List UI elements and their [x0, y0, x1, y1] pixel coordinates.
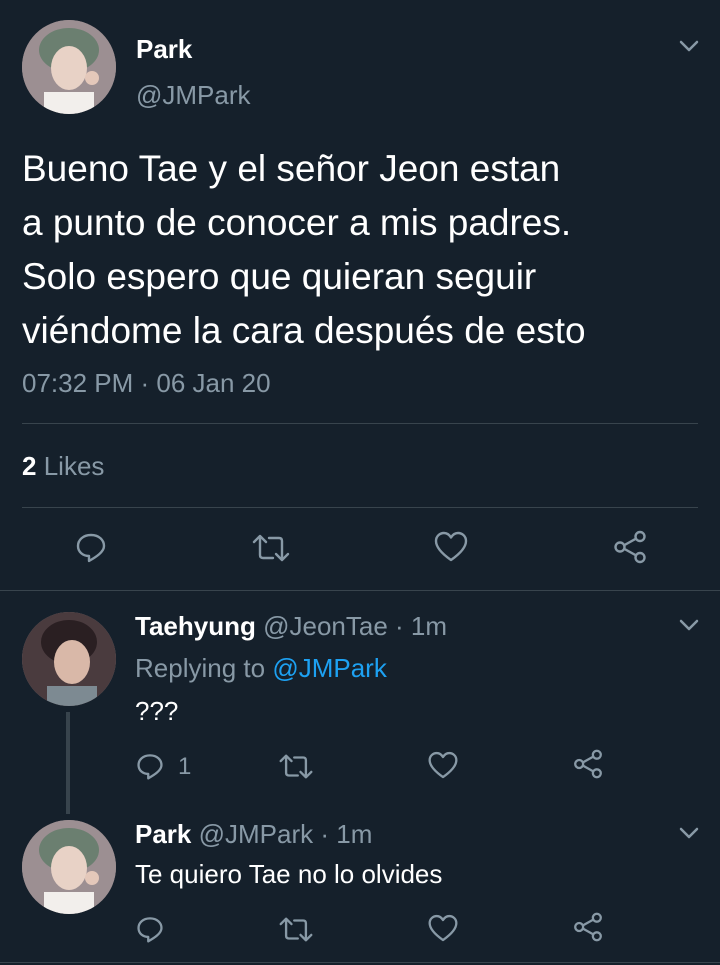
likes-count: 2	[22, 451, 37, 481]
replying-to-label: Replying to	[135, 653, 266, 683]
replying-to-handle[interactable]: @JMPark	[272, 653, 387, 683]
reply-header: Taehyung @JeonTae · 1m	[135, 611, 447, 642]
reply-icon[interactable]	[135, 914, 165, 944]
section-divider	[0, 590, 720, 591]
author-handle[interactable]: @JMPark	[199, 819, 314, 849]
tweet-text-line: viéndome la cara después de esto	[22, 310, 586, 351]
thread-line	[66, 712, 70, 814]
avatar[interactable]	[22, 20, 116, 114]
chevron-down-icon[interactable]	[678, 825, 700, 841]
share-icon[interactable]	[612, 530, 648, 564]
divider	[22, 507, 698, 508]
author-name[interactable]: Park	[136, 34, 192, 65]
reply-icon[interactable]	[74, 530, 108, 564]
author-handle[interactable]: @JeonTae	[263, 611, 388, 641]
chevron-down-icon[interactable]	[678, 617, 700, 633]
retweet-icon[interactable]	[278, 916, 314, 943]
chevron-down-icon[interactable]	[678, 38, 700, 54]
tweet-text-line: a punto de conocer a mis padres.	[22, 202, 572, 243]
section-divider	[0, 962, 720, 963]
avatar[interactable]	[22, 612, 116, 706]
reply-time: · 1m	[320, 819, 373, 849]
reply-icon[interactable]	[135, 751, 165, 781]
tweet-text: Bueno Tae y el señor Jeon estan a punto …	[22, 142, 586, 358]
author-name[interactable]: Park	[135, 819, 191, 849]
reply-time: · 1m	[395, 611, 448, 641]
author-name[interactable]: Taehyung	[135, 611, 256, 641]
share-icon[interactable]	[572, 749, 604, 779]
tweet-text-line: Bueno Tae y el señor Jeon estan	[22, 148, 561, 189]
likes-label: Likes	[43, 451, 105, 481]
reply-text: ???	[135, 696, 179, 726]
like-icon[interactable]	[427, 751, 459, 780]
tweet-text-line: Solo espero que quieran seguir	[22, 256, 537, 297]
reply-text: Te quiero Tae no lo olvides	[135, 859, 443, 889]
author-handle[interactable]: @JMPark	[136, 80, 251, 111]
reply-header: Park @JMPark · 1m	[135, 819, 372, 850]
retweet-icon[interactable]	[251, 533, 291, 563]
retweet-icon[interactable]	[278, 753, 314, 780]
avatar[interactable]	[22, 820, 116, 914]
reply-count: 1	[178, 753, 192, 780]
like-icon[interactable]	[433, 531, 469, 563]
likes-count-link[interactable]: 2 Likes	[22, 451, 104, 482]
replying-to: Replying to @JMPark	[135, 653, 387, 684]
tweet-timestamp[interactable]: 07:32 PM · 06 Jan 20	[22, 368, 271, 399]
divider	[22, 423, 698, 424]
like-icon[interactable]	[427, 914, 459, 943]
share-icon[interactable]	[572, 912, 604, 942]
